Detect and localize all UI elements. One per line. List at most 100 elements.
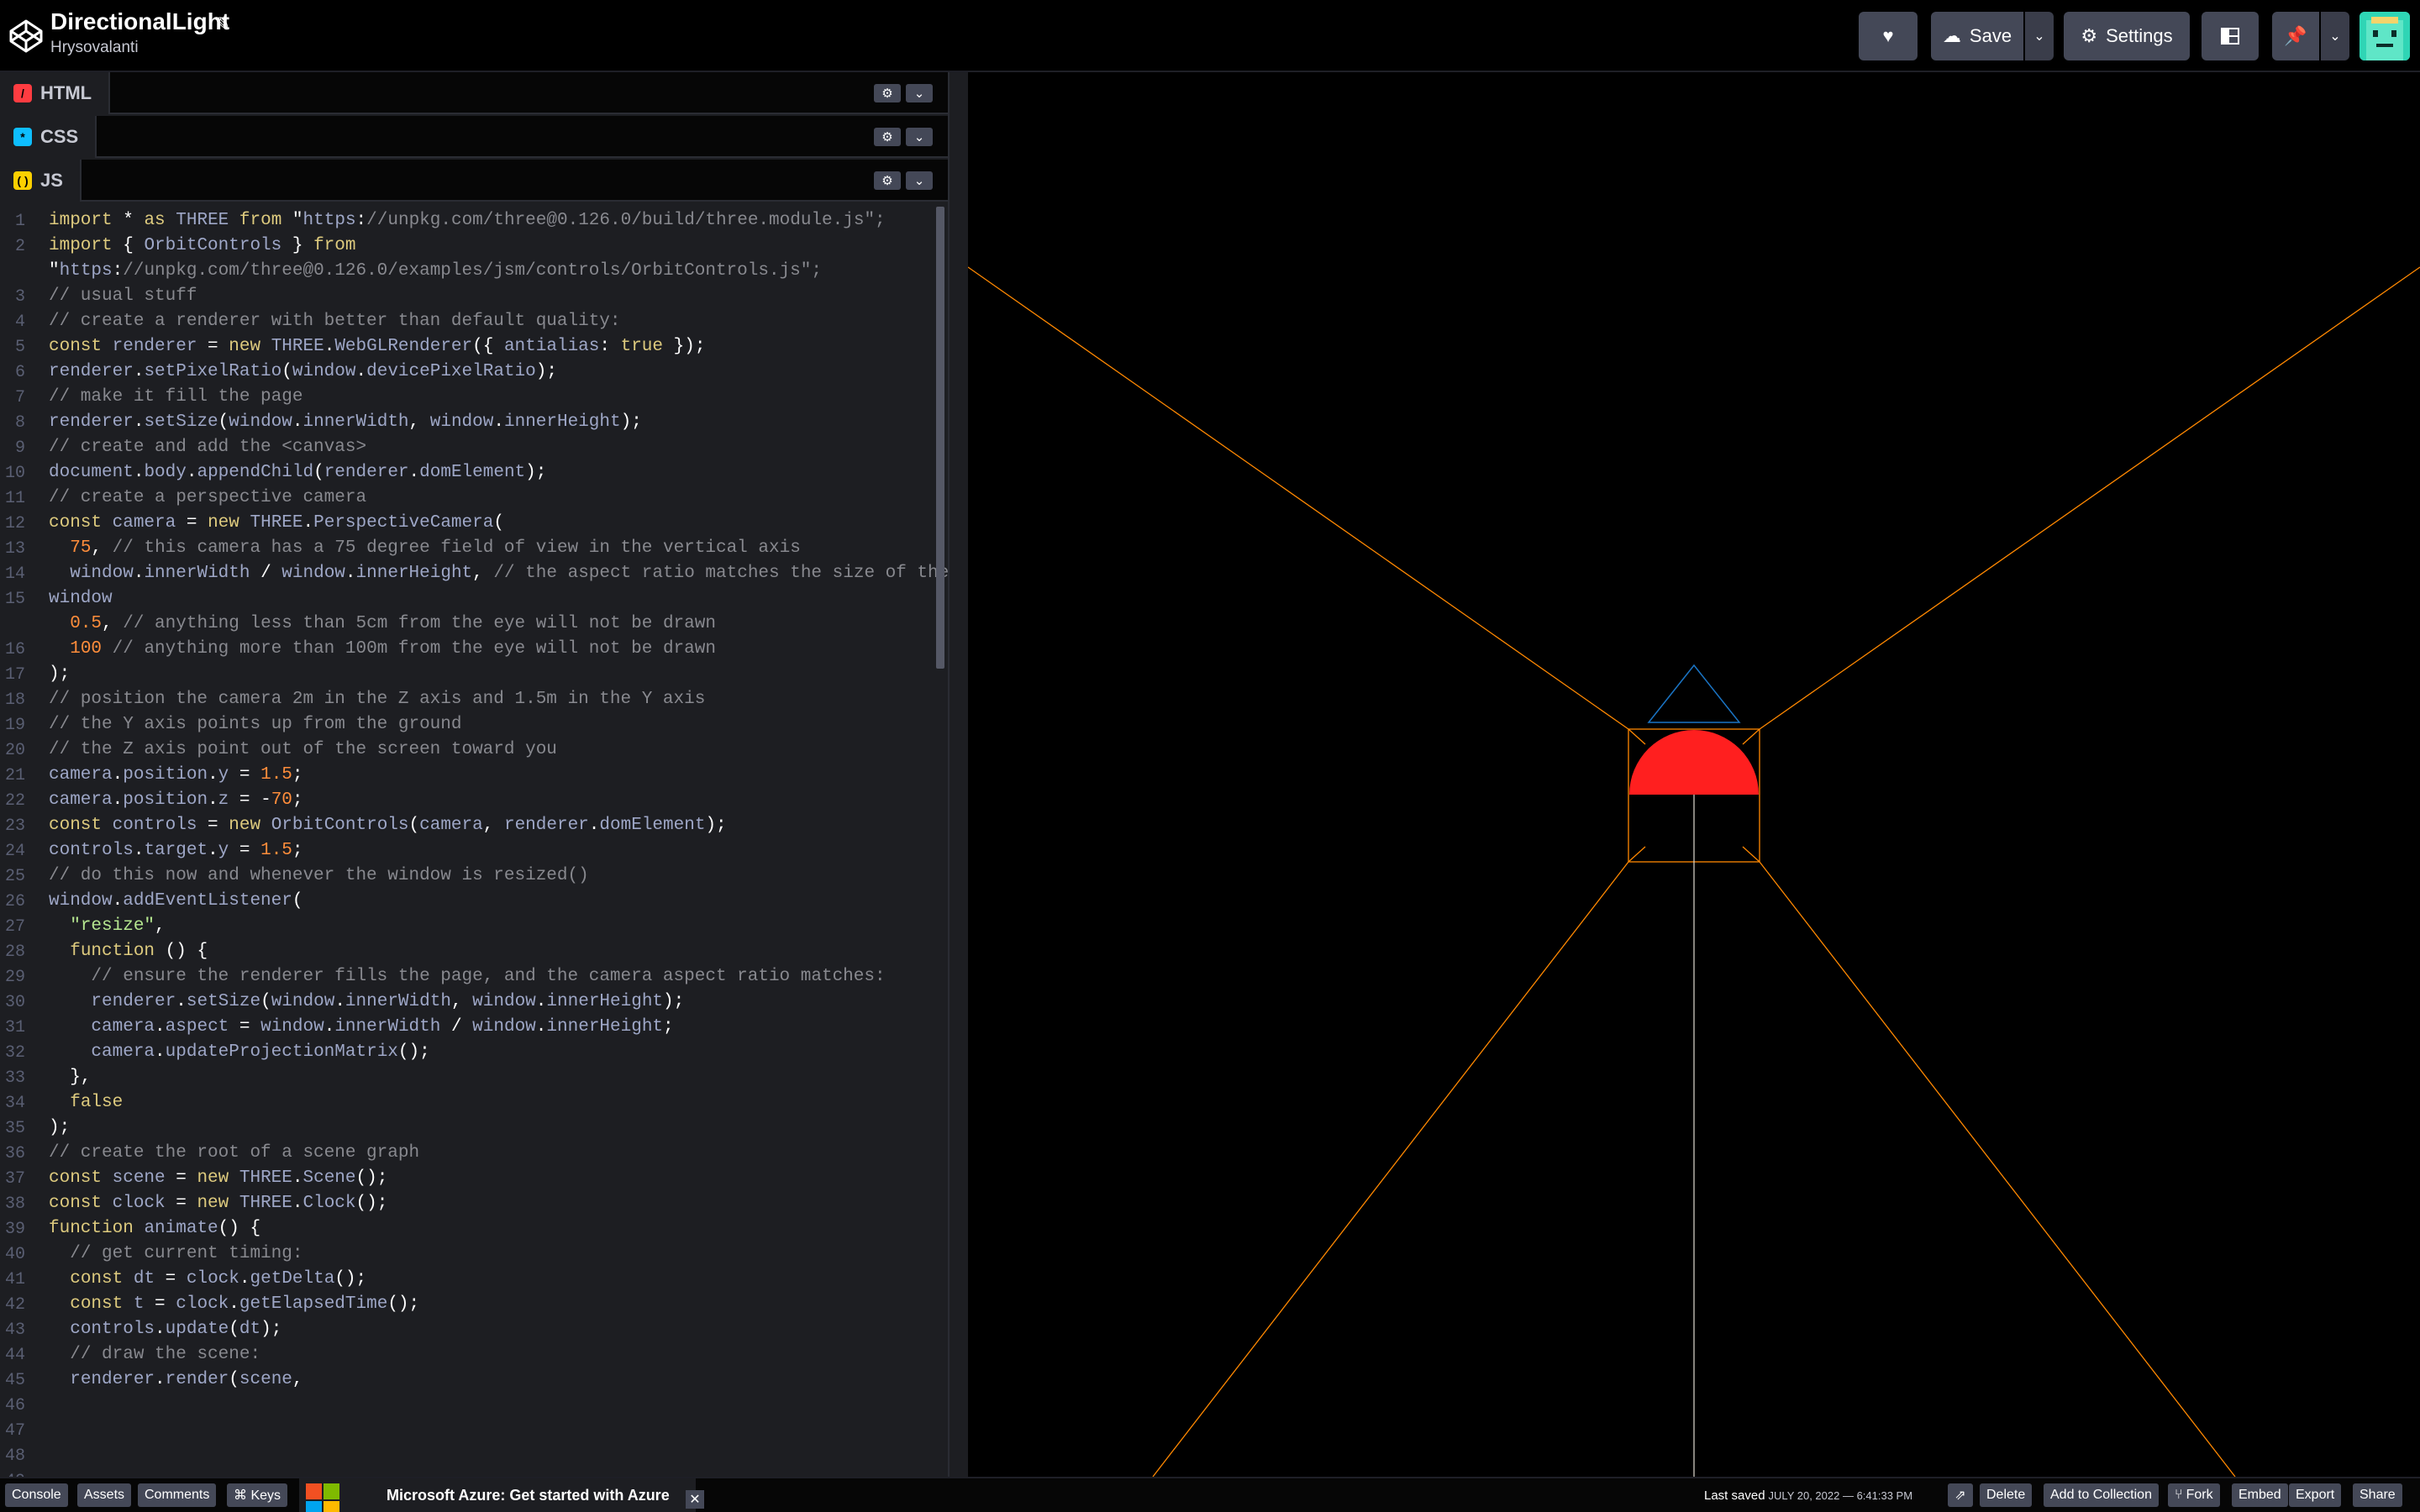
code-line: function () {: [70, 942, 208, 961]
red-hemisphere: [1629, 730, 1759, 795]
code-line: camera.aspect = window.innerWidth / wind…: [91, 1017, 674, 1037]
code-content[interactable]: import * as THREE from "https://unpkg.co…: [49, 208, 948, 1393]
code-editor-panel: / HTML ⚙ ⌄ * CSS ⚙ ⌄ ( ) JS ⚙ ⌄ 12345678…: [0, 72, 948, 1477]
line-number: 34: [4, 1094, 25, 1113]
line-number: 36: [4, 1144, 25, 1163]
line-number: 27: [4, 917, 25, 937]
line-number: 9: [14, 438, 25, 458]
line-number: 12: [4, 514, 25, 533]
tab-js-label: JS: [40, 170, 63, 191]
code-line: // usual stuff: [49, 286, 197, 306]
tab-html[interactable]: / HTML: [0, 72, 111, 114]
layout-icon: [2221, 28, 2239, 45]
comments-button[interactable]: Comments: [138, 1483, 217, 1507]
tab-css[interactable]: * CSS: [0, 116, 97, 158]
sponsor-ad[interactable]: Microsoft Azure: Get started with Azure: [299, 1478, 696, 1512]
html-collapse-button[interactable]: ⌄: [906, 84, 933, 102]
love-button[interactable]: ♥: [1859, 12, 1918, 60]
html-editor-header: / HTML ⚙ ⌄: [0, 72, 948, 114]
js-icon: ( ): [13, 171, 32, 190]
ad-text[interactable]: Microsoft Azure: Get started with Azure: [387, 1487, 670, 1504]
add-to-collection-button[interactable]: Add to Collection: [2044, 1483, 2159, 1507]
line-number: 19: [4, 716, 25, 735]
css-collapse-button[interactable]: ⌄: [906, 128, 933, 146]
chevron-down-icon: ⌄: [2033, 29, 2045, 44]
line-number: 32: [4, 1043, 25, 1063]
css-settings-button[interactable]: ⚙: [874, 128, 901, 146]
code-line: // ensure the renderer fills the page, a…: [91, 967, 886, 986]
delete-button[interactable]: Delete: [1980, 1483, 2033, 1507]
user-avatar[interactable]: [2360, 12, 2410, 60]
save-button[interactable]: ☁ Save: [1931, 12, 2023, 60]
close-ad-button[interactable]: ✕: [686, 1490, 704, 1509]
console-button[interactable]: Console: [5, 1483, 68, 1507]
js-collapse-button[interactable]: ⌄: [906, 171, 933, 190]
code-line: false: [70, 1093, 124, 1112]
code-line: document.body.appendChild(renderer.domEl…: [49, 463, 547, 482]
edit-title-icon[interactable]: ✎: [215, 13, 230, 35]
css-icon: *: [13, 128, 32, 146]
fork-icon: ⑂: [2175, 1488, 2183, 1502]
camera-cone: [1647, 664, 1741, 723]
line-number: 20: [4, 741, 25, 760]
code-line: camera.position.z = -70;: [49, 790, 303, 810]
line-number: 14: [4, 564, 25, 584]
pen-title[interactable]: DirectionalLight: [50, 8, 229, 35]
tab-js[interactable]: ( ) JS: [0, 160, 82, 202]
pin-button[interactable]: 📌: [2272, 12, 2319, 60]
code-line: // create a renderer with better than de…: [49, 312, 621, 331]
line-number: 22: [4, 791, 25, 811]
line-number: 4: [14, 312, 25, 332]
pin-dropdown-button[interactable]: ⌄: [2321, 12, 2349, 60]
heart-icon: ♥: [1882, 25, 1894, 46]
js-settings-button[interactable]: ⚙: [874, 171, 901, 190]
codepen-logo-icon[interactable]: [8, 18, 44, 54]
code-line: import * as THREE from "https://unpkg.co…: [49, 211, 886, 230]
settings-button[interactable]: ⚙ Settings: [2064, 12, 2190, 60]
microsoft-logo-icon: [306, 1483, 339, 1512]
code-line: // the Z axis point out of the screen to…: [49, 740, 557, 759]
share-button[interactable]: Share: [2353, 1483, 2402, 1507]
assets-button[interactable]: Assets: [77, 1483, 132, 1507]
line-number: 6: [14, 363, 25, 382]
change-view-button[interactable]: [2202, 12, 2259, 60]
line-number: 29: [4, 968, 25, 987]
line-number: 30: [4, 993, 25, 1012]
settings-label: Settings: [2106, 25, 2173, 46]
save-dropdown-button[interactable]: ⌄: [2025, 12, 2054, 60]
code-line: // create and add the <canvas>: [49, 438, 367, 457]
line-number: 35: [4, 1119, 25, 1138]
code-line: const t = clock.getElapsedTime();: [70, 1294, 420, 1314]
code-line: renderer.render(scene,: [70, 1370, 303, 1389]
open-external-button[interactable]: ⇗: [1948, 1483, 1973, 1507]
code-line: 0.5, // anything less than 5cm from the …: [70, 614, 716, 633]
line-number: 13: [4, 539, 25, 559]
pen-author[interactable]: Hrysovalanti: [50, 39, 139, 57]
chevron-down-icon: ⌄: [913, 130, 925, 144]
line-number: 7: [14, 388, 25, 407]
cloud-icon: ☁: [1942, 25, 1961, 46]
external-link-icon: ⇗: [1954, 1488, 1966, 1503]
code-line: // get current timing:: [70, 1244, 303, 1263]
panel-resizer[interactable]: [948, 72, 968, 1477]
line-number: 10: [4, 464, 25, 483]
last-saved-label: Last saved: [1704, 1488, 1765, 1503]
keys-button[interactable]: ⌘ Keys: [227, 1483, 288, 1507]
line-number: 44: [4, 1346, 25, 1365]
code-line: // do this now and whenever the window i…: [49, 866, 589, 885]
export-button[interactable]: Export: [2289, 1483, 2342, 1507]
embed-button[interactable]: Embed: [2232, 1483, 2288, 1507]
fork-button[interactable]: ⑂ Fork: [2168, 1483, 2220, 1507]
code-line: );: [49, 1118, 71, 1137]
editor-scrollbar[interactable]: [936, 207, 944, 669]
line-number: 43: [4, 1320, 25, 1340]
code-line: renderer.setPixelRatio(window.devicePixe…: [49, 362, 557, 381]
js-code-editor[interactable]: 1 2 3 4 5 6 7 8 9 10 11 12 13 14 15 16 17 18 19 20 21 22 23 24 2…: [0, 203, 948, 1477]
scene-canvas[interactable]: [967, 72, 2420, 1478]
gear-icon: ⚙: [2081, 25, 2098, 46]
code-line: renderer.setSize(window.innerWidth, wind…: [49, 412, 642, 432]
line-number: 28: [4, 942, 25, 962]
result-preview[interactable]: [967, 72, 2420, 1478]
html-settings-button[interactable]: ⚙: [874, 84, 901, 102]
line-number: 18: [4, 690, 25, 710]
